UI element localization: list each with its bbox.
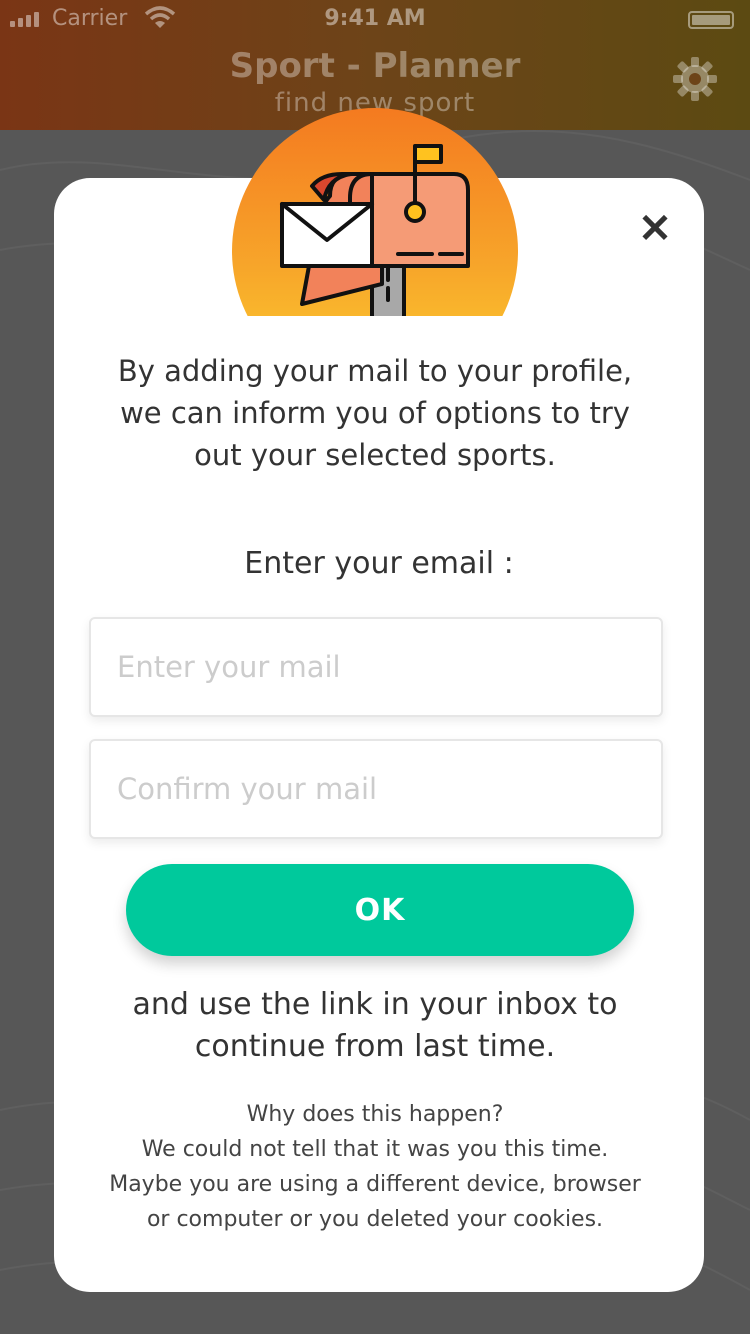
email-input[interactable]: [89, 617, 663, 717]
status-time: 9:41 AM: [324, 6, 426, 31]
battery-icon: [688, 11, 734, 29]
app-title: Sport - Planner: [229, 46, 521, 86]
why-line-2: Maybe you are using a different device, …: [109, 1172, 641, 1197]
status-bar: Carrier 9:41 AM: [0, 0, 750, 40]
close-button[interactable]: ✕: [634, 208, 676, 250]
why-line-3: or computer or you deleted your cookies.: [146, 1207, 604, 1232]
mailbox-icon: [232, 108, 518, 316]
close-icon: ✕: [638, 207, 672, 251]
email-label: Enter your email :: [244, 546, 514, 581]
why-title: Why does this happen?: [246, 1102, 504, 1127]
continue-text: and use the link in your inbox to contin…: [132, 987, 618, 1064]
intro-text: By adding your mail to your profile, we …: [117, 354, 633, 472]
ok-button[interactable]: OK: [126, 864, 634, 956]
confirm-email-input[interactable]: [89, 739, 663, 839]
why-line-1: We could not tell that it was you this t…: [141, 1137, 609, 1162]
why-explanation: Why does this happen? We could not tell …: [80, 1097, 670, 1237]
gear-icon[interactable]: [672, 56, 718, 102]
